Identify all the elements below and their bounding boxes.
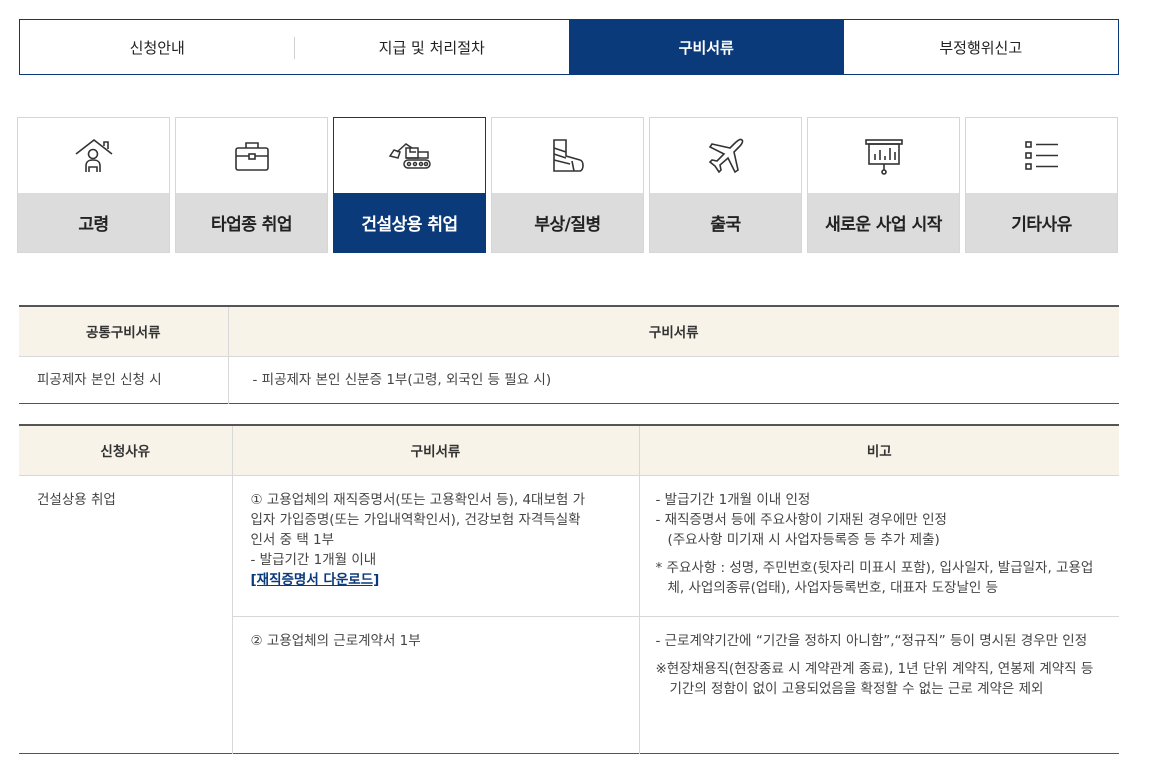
table-cell: - 피공제자 본인 신분증 1부(고령, 외국인 등 필요 시) — [252, 371, 552, 388]
table-cell: - 근로계약기간에 “기간을 정하지 아니함”,“정규직” 등이 명시된 경우만… — [639, 616, 1119, 753]
table-cell-reason: 건설상용 취업 — [19, 475, 233, 753]
table-cell: - 발급기간 1개월 이내 인정 - 재직증명서 등에 주요사항이 기재된 경우… — [639, 475, 1119, 617]
briefcase-icon — [176, 118, 327, 193]
elderly-house-icon — [18, 118, 169, 193]
column-header: 구비서류 — [228, 306, 1119, 357]
common-documents-table: 공통구비서류 구비서류 피공제자 본인 신청 시 - 피공제자 본인 신분증 1… — [19, 305, 1119, 404]
cast-injury-icon — [492, 118, 643, 193]
category-label: 부상/질병 — [492, 193, 643, 252]
category-label: 출국 — [650, 193, 801, 252]
note-line: - 발급기간 1개월 이내 인정 — [655, 491, 811, 508]
list-icon — [966, 118, 1117, 193]
column-header: 비고 — [639, 425, 1119, 476]
category-selector: 고령 타업종 취업 건설상용 취업 부상/질병 출국 새로운 사업 시작 기타사… — [17, 117, 1119, 253]
table-header-row: 신청사유 구비서류 비고 — [19, 425, 1119, 476]
column-header: 구비서류 — [232, 425, 640, 476]
note-line: * 주요사항 : 성명, 주민번호(뒷자리 미표시 포함), 입사일자, 발급일… — [655, 559, 1094, 596]
table-header-row: 공통구비서류 구비서류 — [19, 306, 1119, 357]
category-other-industry[interactable]: 타업종 취업 — [175, 117, 328, 253]
table-cell: ② 고용업체의 근로계약서 1부 — [232, 616, 640, 753]
table-row: 피공제자 본인 신청 시 - 피공제자 본인 신분증 1부(고령, 외국인 등 … — [19, 356, 1119, 403]
tab-payment-process[interactable]: 지급 및 처리절차 — [295, 20, 570, 74]
note-line: (주요사항 미기재 시 사업자등록증 등 추가 제출) — [667, 531, 940, 548]
doc-line: - 발급기간 1개월 이내 — [250, 551, 377, 568]
doc-line: 입자 가입증명(또는 가입내역확인서), 건강보험 자격득실확 — [250, 511, 581, 528]
presentation-board-icon — [808, 118, 959, 193]
table-cell: 피공제자 본인 신청 시 — [19, 356, 229, 403]
doc-line: 인서 중 택 1부 — [250, 531, 335, 548]
category-departure[interactable]: 출국 — [649, 117, 802, 253]
tab-application-guide[interactable]: 신청안내 — [20, 20, 295, 74]
detail-documents-table: 신청사유 구비서류 비고 건설상용 취업 ① 고용업체의 재직증명서(또는 고용… — [19, 424, 1119, 754]
category-injury-illness[interactable]: 부상/질병 — [491, 117, 644, 253]
column-header: 신청사유 — [19, 425, 233, 476]
airplane-icon — [650, 118, 801, 193]
table-row: 건설상용 취업 ① 고용업체의 재직증명서(또는 고용확인서 등), 4대보험 … — [19, 475, 1119, 753]
note-line: - 재직증명서 등에 주요사항이 기재된 경우에만 인정 — [655, 511, 947, 528]
table-cell: ① 고용업체의 재직증명서(또는 고용확인서 등), 4대보험 가 입자 가입증… — [232, 475, 640, 617]
category-elderly[interactable]: 고령 — [17, 117, 170, 253]
certificate-download-link[interactable]: [재직증명서 다운로드] — [251, 570, 621, 590]
category-label: 기타사유 — [966, 193, 1117, 252]
note-line: - 근로계약기간에 “기간을 정하지 아니함”,“정규직” 등이 명시된 경우만… — [655, 632, 1088, 649]
note-line: ※현장채용직(현장종료 시 계약관계 종료), 1년 단위 계약직, 연봉제 계… — [655, 660, 1094, 697]
category-construction[interactable]: 건설상용 취업 — [333, 117, 486, 253]
doc-line: ② 고용업체의 근로계약서 1부 — [250, 632, 421, 649]
top-tab-bar: 신청안내 지급 및 처리절차 구비서류 부정행위신고 — [19, 19, 1119, 75]
category-label: 새로운 사업 시작 — [808, 193, 959, 252]
category-label: 건설상용 취업 — [334, 193, 485, 252]
excavator-icon — [334, 118, 485, 193]
category-label: 고령 — [18, 193, 169, 252]
category-new-business[interactable]: 새로운 사업 시작 — [807, 117, 960, 253]
tab-required-documents[interactable]: 구비서류 — [569, 20, 844, 74]
category-label: 타업종 취업 — [176, 193, 327, 252]
doc-line: ① 고용업체의 재직증명서(또는 고용확인서 등), 4대보험 가 — [250, 491, 586, 508]
tab-fraud-report[interactable]: 부정행위신고 — [844, 20, 1119, 74]
category-other-reasons[interactable]: 기타사유 — [965, 117, 1118, 253]
column-header: 공통구비서류 — [19, 306, 229, 357]
